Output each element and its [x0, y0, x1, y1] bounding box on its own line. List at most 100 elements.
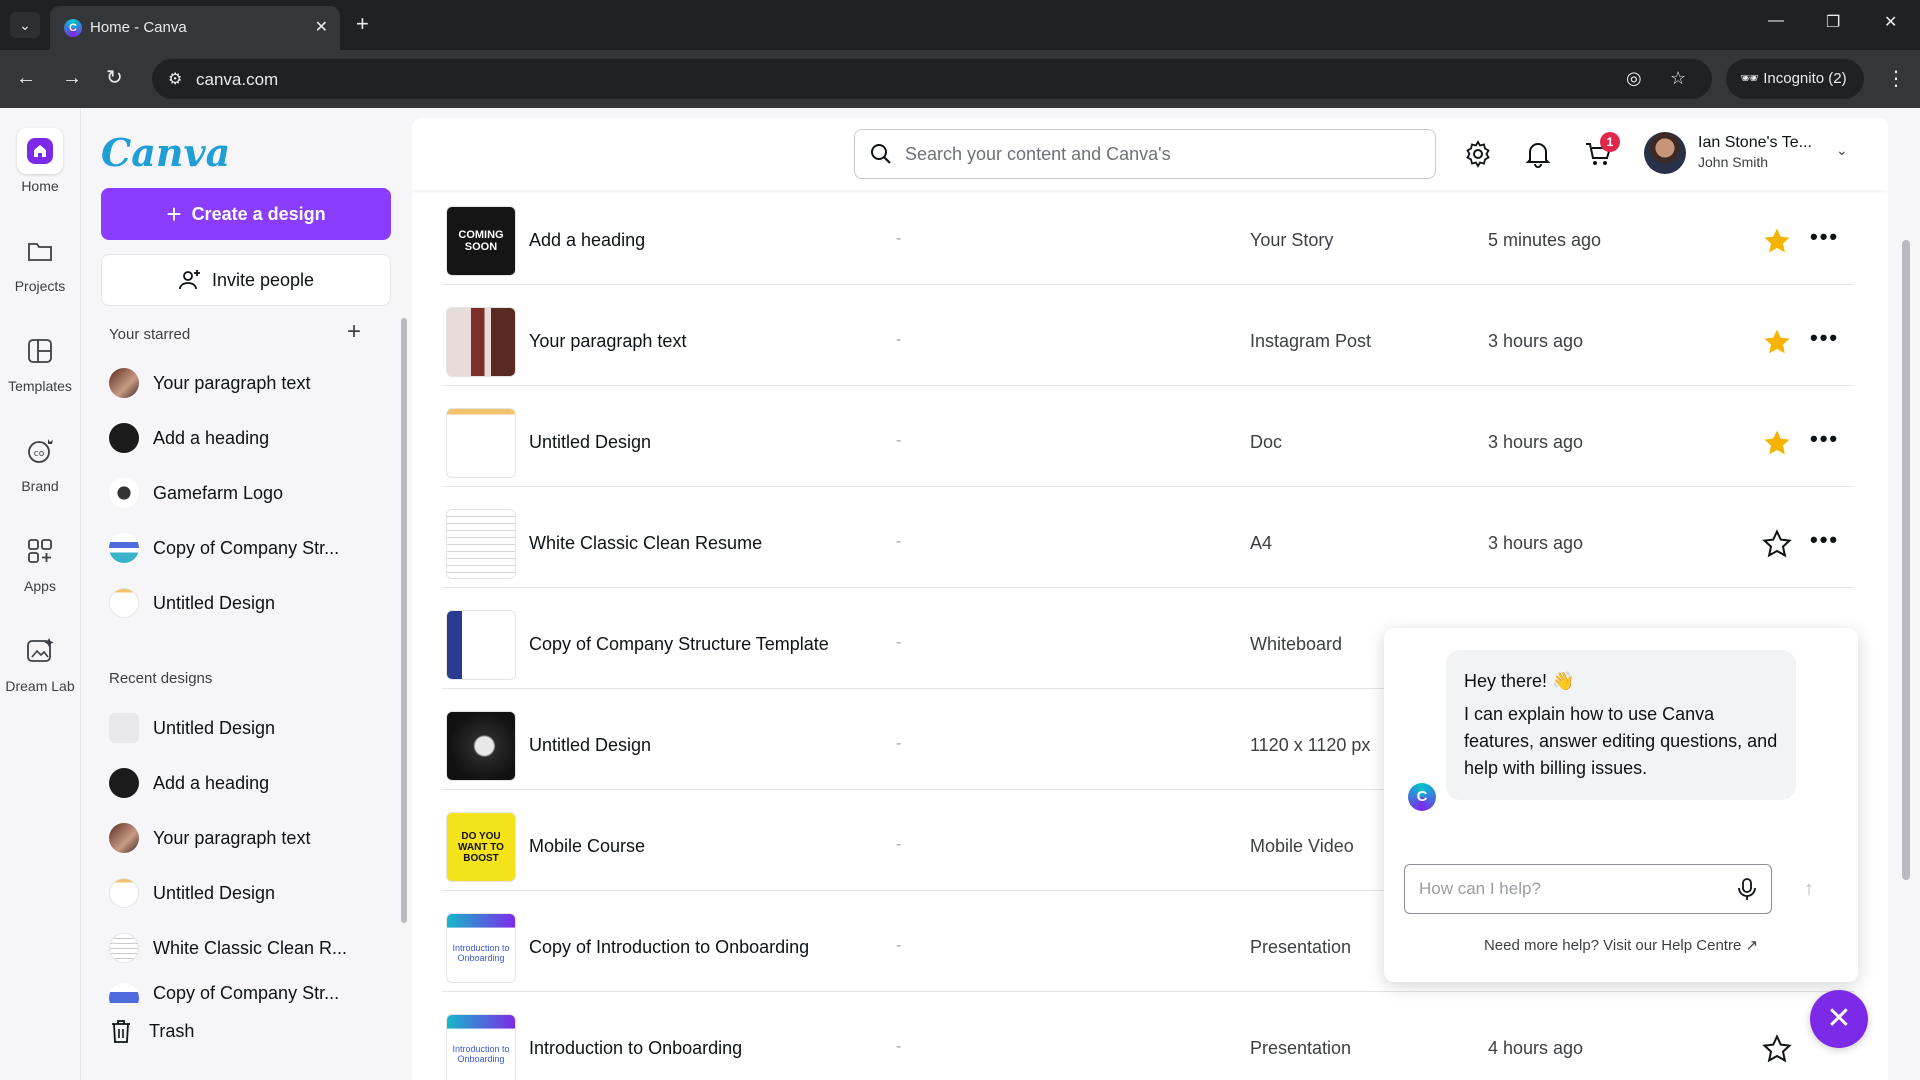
browser-address-bar: ← → ↻ ⚙ canva.com ◎ ☆ 🕶 Incognito (2) ⋮	[0, 50, 1920, 108]
incognito-indicator[interactable]: 🕶 Incognito (2)	[1726, 59, 1864, 99]
design-edited-time: 3 hours ago	[1488, 432, 1584, 452]
dreamlab-icon	[17, 628, 63, 674]
recent-item[interactable]: Untitled Design	[109, 873, 389, 913]
settings-button[interactable]	[1462, 138, 1494, 170]
star-outline-icon[interactable]	[1762, 529, 1792, 559]
star-filled-icon[interactable]	[1762, 327, 1792, 357]
more-options-icon[interactable]: •••	[1810, 325, 1839, 351]
url-text[interactable]: canva.com	[196, 70, 278, 90]
account-switcher[interactable]: Ian Stone's Te... John Smith ⌄	[1644, 132, 1874, 176]
more-options-icon[interactable]: •••	[1810, 527, 1839, 553]
close-assistant-button[interactable]: ✕	[1810, 990, 1868, 1048]
starred-item[interactable]: Copy of Company Str...	[109, 528, 389, 568]
recent-item[interactable]: Copy of Company Str...	[109, 983, 389, 1003]
incognito-label: Incognito (2)	[1763, 70, 1847, 87]
design-name[interactable]: Your paragraph text	[529, 331, 686, 352]
recent-item[interactable]: White Classic Clean R...	[109, 928, 389, 968]
rail-dream-lab[interactable]: Dream Lab	[0, 628, 80, 694]
table-row[interactable]: Untitled Design - Doc 3 hours ago •••	[442, 386, 1854, 487]
team-name: Ian Stone's Te...	[1698, 134, 1812, 151]
more-options-icon[interactable]: •••	[1810, 426, 1839, 452]
sidebar-scrollbar[interactable]	[401, 318, 407, 923]
search-input[interactable]	[905, 143, 1385, 165]
forward-icon[interactable]: →	[62, 66, 82, 90]
notifications-button[interactable]	[1522, 138, 1554, 170]
window-close-icon[interactable]: ✕	[1884, 12, 1897, 32]
trash-link[interactable]: Trash	[109, 1018, 194, 1044]
canva-logo[interactable]: Canva	[101, 130, 230, 175]
assistant-message-text: I can explain how to use Canva features,…	[1464, 704, 1778, 778]
design-name[interactable]: Untitled Design	[529, 735, 651, 756]
bookmark-star-icon[interactable]: ☆	[1670, 68, 1686, 89]
design-name[interactable]: Introduction to Onboarding	[529, 1038, 742, 1059]
design-name[interactable]: Copy of Company Structure Template	[529, 634, 829, 655]
more-options-icon[interactable]: •••	[1810, 224, 1839, 250]
recent-item[interactable]: Untitled Design	[109, 708, 389, 748]
minimize-icon[interactable]: —	[1768, 12, 1784, 30]
restore-icon[interactable]: ❐	[1826, 12, 1840, 32]
rail-apps[interactable]: Apps	[0, 528, 80, 594]
top-header: 1 Ian Stone's Te... John Smith ⌄	[412, 118, 1888, 190]
star-filled-icon[interactable]	[1762, 226, 1792, 256]
starred-item[interactable]: Gamefarm Logo	[109, 473, 389, 513]
site-info-icon[interactable]: ⚙	[168, 69, 182, 89]
design-name[interactable]: White Classic Clean Resume	[529, 533, 762, 554]
help-assistant-panel: Hey there! 👋 I can explain how to use Ca…	[1384, 628, 1858, 982]
design-type: Your Story	[1250, 230, 1334, 250]
chat-input-box[interactable]	[1404, 864, 1772, 914]
eye-off-icon[interactable]: ◎	[1626, 68, 1642, 89]
search-icon	[871, 144, 891, 164]
rail-projects[interactable]: Projects	[0, 228, 80, 294]
reload-icon[interactable]: ↻	[106, 66, 123, 90]
browser-menu-icon[interactable]: ⋮	[1886, 66, 1906, 91]
back-icon[interactable]: ←	[16, 66, 36, 90]
microphone-icon[interactable]	[1737, 877, 1757, 901]
tab-close-icon[interactable]: ✕	[315, 17, 328, 37]
browser-tab[interactable]: C Home - Canva ✕	[50, 6, 340, 50]
user-name: John Smith	[1698, 154, 1769, 170]
omnibox[interactable]: ⚙ canva.com ◎ ☆	[152, 59, 1712, 99]
chevron-down-icon: ⌄	[1836, 142, 1848, 158]
starred-item[interactable]: Untitled Design	[109, 583, 389, 623]
table-row[interactable]: Your paragraph text - Instagram Post 3 h…	[442, 285, 1854, 386]
starred-item-label: Your paragraph text	[153, 372, 311, 393]
recent-item[interactable]: Add a heading	[109, 763, 389, 803]
help-centre-link[interactable]: Need more help? Visit our Help Centre ↗	[1384, 936, 1858, 954]
design-name[interactable]: Untitled Design	[529, 432, 651, 453]
new-tab-button[interactable]: +	[356, 12, 369, 36]
search-box[interactable]	[854, 129, 1436, 179]
design-name[interactable]: Mobile Course	[529, 836, 645, 857]
starred-item-label: Gamefarm Logo	[153, 482, 284, 503]
rail-brand[interactable]: co Brand	[0, 428, 80, 494]
design-edited-time: 3 hours ago	[1488, 331, 1584, 351]
star-filled-icon[interactable]	[1762, 428, 1792, 458]
rail-templates[interactable]: Templates	[0, 328, 80, 394]
table-row[interactable]: COMING SOON Add a heading - Your Story 5 …	[442, 184, 1854, 285]
chat-input[interactable]	[1419, 879, 1737, 899]
rail-home[interactable]: Home	[0, 128, 80, 194]
starred-item[interactable]: Add a heading	[109, 418, 389, 458]
canva-assistant-avatar: C	[1408, 783, 1436, 811]
starred-heading: Your starred	[109, 326, 191, 343]
design-thumbnail	[446, 408, 516, 478]
design-thumbnail	[109, 533, 139, 563]
main-scrollbar[interactable]	[1902, 240, 1910, 880]
trash-icon	[112, 1020, 130, 1043]
design-name[interactable]: Copy of Introduction to Onboarding	[529, 937, 809, 958]
add-starred-icon[interactable]: +	[347, 320, 361, 344]
design-thumbnail	[109, 588, 139, 618]
create-design-button[interactable]: + Create a design	[101, 188, 391, 240]
table-row[interactable]: Introduction to Onboarding Introduction t…	[442, 992, 1854, 1080]
send-arrow-icon[interactable]: ↑	[1790, 870, 1828, 908]
invite-people-button[interactable]: Invite people	[101, 254, 391, 306]
design-thumbnail	[109, 878, 139, 908]
tab-search-button[interactable]: ⌄	[10, 12, 40, 38]
design-name[interactable]: Add a heading	[529, 230, 645, 251]
star-outline-icon[interactable]	[1762, 1034, 1792, 1064]
table-row[interactable]: White Classic Clean Resume - A4 3 hours …	[442, 487, 1854, 588]
cart-button[interactable]: 1	[1582, 132, 1620, 170]
create-design-label: Create a design	[191, 203, 326, 224]
design-type: A4	[1250, 533, 1273, 553]
recent-item[interactable]: Your paragraph text	[109, 818, 389, 858]
starred-item[interactable]: Your paragraph text	[109, 363, 389, 403]
